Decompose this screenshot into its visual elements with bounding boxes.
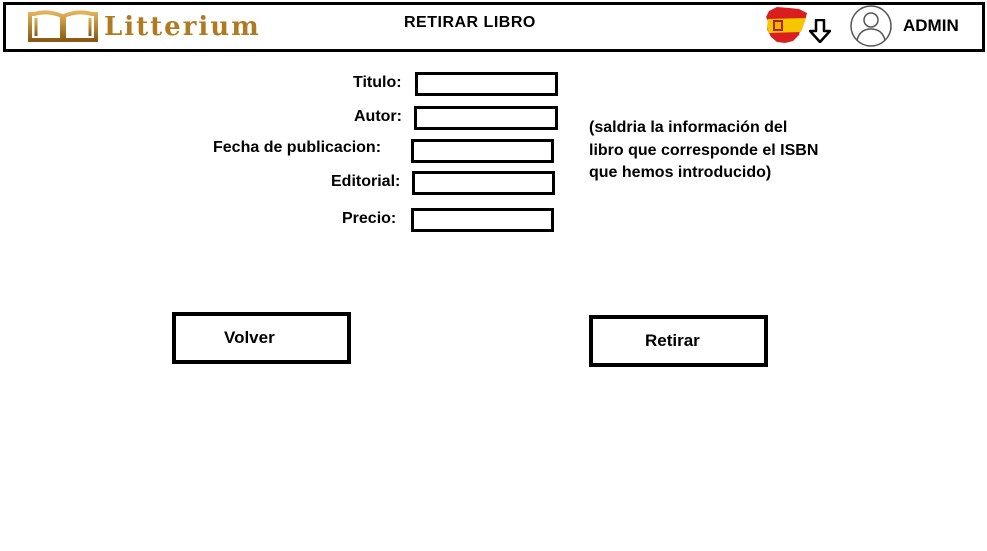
header-bar: Litterium RETIRAR LIBRO ADMIN xyxy=(3,2,985,52)
language-selector[interactable] xyxy=(763,5,809,52)
autor-field[interactable] xyxy=(414,106,558,130)
user-avatar-icon xyxy=(850,5,892,47)
brand-name: Litterium xyxy=(104,12,261,42)
user-avatar[interactable] xyxy=(843,5,899,49)
precio-field[interactable] xyxy=(411,208,554,232)
brand-logo[interactable]: Litterium xyxy=(26,7,261,47)
autor-label: Autor: xyxy=(354,108,402,125)
volver-button[interactable]: Volver xyxy=(172,312,351,364)
spain-flag-icon xyxy=(766,7,807,43)
info-note: (saldria la información del libro que co… xyxy=(589,117,869,185)
user-name[interactable]: ADMIN xyxy=(903,16,959,36)
retirar-button[interactable]: Retirar xyxy=(589,315,768,367)
fecha-publicacion-field[interactable] xyxy=(411,139,554,163)
arrow-down-icon xyxy=(808,18,832,44)
volver-button-label: Volver xyxy=(224,328,275,347)
titulo-field[interactable] xyxy=(415,72,558,96)
editorial-field[interactable] xyxy=(412,171,555,195)
precio-label: Precio: xyxy=(342,210,397,227)
page-title: RETIRAR LIBRO xyxy=(404,14,536,31)
info-note-line: que hemos introducido) xyxy=(589,164,772,181)
retirar-button-label: Retirar xyxy=(645,331,700,350)
book-icon xyxy=(28,10,98,42)
info-note-line: libro que corresponde el ISBN xyxy=(589,141,819,159)
info-note-line: (saldria la información del xyxy=(589,119,788,136)
titulo-label: Titulo: xyxy=(353,74,402,91)
editorial-label: Editorial: xyxy=(331,173,401,190)
language-dropdown-toggle[interactable] xyxy=(808,18,832,48)
fecha-publicacion-label: Fecha de publicacion: xyxy=(213,139,382,156)
